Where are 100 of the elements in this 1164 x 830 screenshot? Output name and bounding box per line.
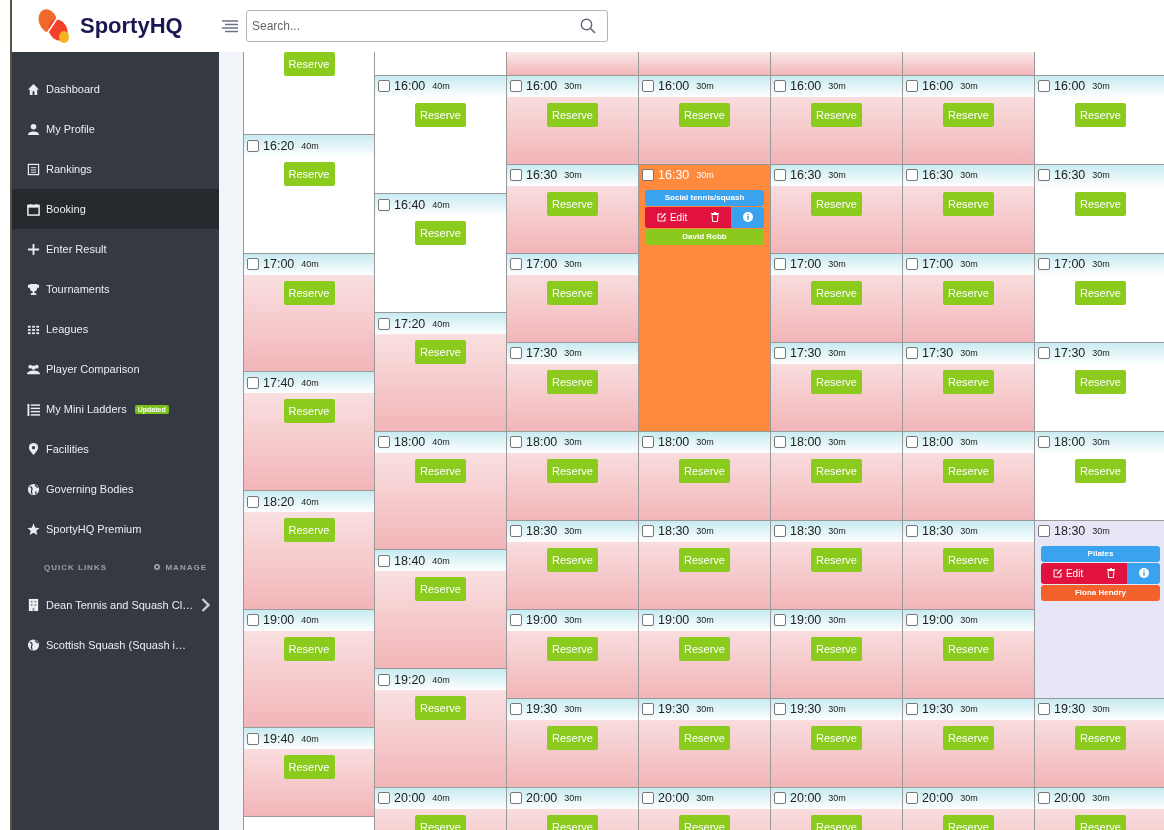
slot-checkbox[interactable] <box>510 792 522 805</box>
slot-checkbox[interactable] <box>906 614 918 627</box>
reserve-button[interactable]: Reserve <box>811 725 862 750</box>
slot-checkbox[interactable] <box>642 614 654 627</box>
slot-checkbox[interactable] <box>1038 525 1050 538</box>
slot-checkbox[interactable] <box>510 169 522 182</box>
slot-checkbox[interactable] <box>378 792 390 805</box>
slot-checkbox[interactable] <box>1038 347 1050 360</box>
trash-icon[interactable] <box>711 212 720 223</box>
reserve-button[interactable]: Reserve <box>283 399 335 424</box>
reserve-button[interactable]: Reserve <box>415 577 466 602</box>
reserve-button[interactable]: Reserve <box>283 636 335 661</box>
slot-checkbox[interactable] <box>774 347 786 360</box>
slot-checkbox[interactable] <box>510 258 522 271</box>
reserve-button[interactable]: Reserve <box>1075 280 1126 305</box>
reserve-button[interactable]: Reserve <box>811 102 862 127</box>
slot-checkbox[interactable] <box>774 792 786 805</box>
reserve-button[interactable]: Reserve <box>1075 369 1126 394</box>
nav-item[interactable]: Governing Bodies <box>12 469 219 509</box>
slot-checkbox[interactable] <box>1038 703 1050 716</box>
reserve-button[interactable]: Reserve <box>547 725 598 750</box>
slot-checkbox[interactable] <box>642 169 654 182</box>
reserve-button[interactable]: Reserve <box>943 458 994 483</box>
reserve-button[interactable]: Reserve <box>1075 725 1126 750</box>
reserve-button[interactable]: Reserve <box>415 340 466 365</box>
slot-checkbox[interactable] <box>1038 169 1050 182</box>
reserve-button[interactable]: Reserve <box>283 162 335 187</box>
reserve-button[interactable]: Reserve <box>283 280 335 305</box>
reserve-button[interactable]: Reserve <box>415 696 466 720</box>
nav-item[interactable]: Rankings <box>12 149 219 189</box>
nav-item[interactable]: Facilities <box>12 429 219 469</box>
reserve-button[interactable]: Reserve <box>547 547 598 572</box>
slot-checkbox[interactable] <box>642 703 654 716</box>
reserve-button[interactable]: Reserve <box>679 458 730 483</box>
slot-checkbox[interactable] <box>247 614 259 627</box>
slot-checkbox[interactable] <box>510 436 522 449</box>
reserve-button[interactable]: Reserve <box>283 52 335 76</box>
slot-checkbox[interactable] <box>378 673 390 686</box>
reserve-button[interactable]: Reserve <box>811 369 862 394</box>
nav-item[interactable]: Booking <box>12 189 219 229</box>
reserve-button[interactable]: Reserve <box>1075 814 1126 830</box>
slot-checkbox[interactable] <box>642 525 654 538</box>
reserve-button[interactable]: Reserve <box>943 547 994 572</box>
slot-checkbox[interactable] <box>642 436 654 449</box>
slot-checkbox[interactable] <box>774 436 786 449</box>
manage-link[interactable]: MANAGE <box>153 562 207 572</box>
slot-checkbox[interactable] <box>378 554 390 567</box>
search-icon[interactable] <box>580 18 596 34</box>
slot-checkbox[interactable] <box>906 525 918 538</box>
slot-checkbox[interactable] <box>906 80 918 93</box>
reserve-button[interactable]: Reserve <box>679 814 730 830</box>
quick-link[interactable]: Dean Tennis and Squash Cl… <box>12 585 219 625</box>
slot-checkbox[interactable] <box>774 258 786 271</box>
slot-checkbox[interactable] <box>774 525 786 538</box>
reserve-button[interactable]: Reserve <box>1075 102 1126 127</box>
slot-checkbox[interactable] <box>1038 792 1050 805</box>
reserve-button[interactable]: Reserve <box>415 221 466 246</box>
reserve-button[interactable]: Reserve <box>811 636 862 661</box>
reserve-button[interactable]: Reserve <box>679 636 730 661</box>
edit-button[interactable]: Edit <box>1041 562 1127 584</box>
reserve-button[interactable]: Reserve <box>547 636 598 661</box>
reserve-button[interactable]: Reserve <box>415 102 466 127</box>
slot-checkbox[interactable] <box>774 169 786 182</box>
slot-checkbox[interactable] <box>247 376 259 389</box>
edit-button[interactable]: Edit <box>645 206 731 228</box>
reserve-button[interactable]: Reserve <box>679 725 730 750</box>
slot-checkbox[interactable] <box>906 703 918 716</box>
slot-checkbox[interactable] <box>1038 80 1050 93</box>
reserve-button[interactable]: Reserve <box>943 102 994 127</box>
reserve-button[interactable]: Reserve <box>547 814 598 830</box>
slot-checkbox[interactable] <box>510 347 522 360</box>
slot-checkbox[interactable] <box>378 436 390 449</box>
trash-icon[interactable] <box>1107 568 1116 579</box>
slot-checkbox[interactable] <box>378 317 390 330</box>
slot-checkbox[interactable] <box>247 495 259 508</box>
reserve-button[interactable]: Reserve <box>547 102 598 127</box>
reserve-button[interactable]: Reserve <box>811 191 862 216</box>
slot-checkbox[interactable] <box>906 169 918 182</box>
reserve-button[interactable]: Reserve <box>943 725 994 750</box>
reserve-button[interactable]: Reserve <box>547 280 598 305</box>
reserve-button[interactable]: Reserve <box>547 191 598 216</box>
reserve-button[interactable]: Reserve <box>811 814 862 830</box>
slot-checkbox[interactable] <box>247 139 259 152</box>
reserve-button[interactable]: Reserve <box>283 518 335 543</box>
nav-item[interactable]: SportyHQ Premium <box>12 509 219 549</box>
nav-item[interactable]: Tournaments <box>12 269 219 309</box>
nav-item[interactable]: Dashboard <box>12 69 219 109</box>
reserve-button[interactable]: Reserve <box>1075 458 1126 483</box>
slot-checkbox[interactable] <box>906 436 918 449</box>
info-button[interactable] <box>731 206 764 228</box>
slot-checkbox[interactable] <box>642 80 654 93</box>
slot-checkbox[interactable] <box>1038 258 1050 271</box>
reserve-button[interactable]: Reserve <box>943 369 994 394</box>
quick-link[interactable]: Scottish Squash (Squash i… <box>12 625 219 665</box>
slot-checkbox[interactable] <box>774 80 786 93</box>
menu-icon[interactable] <box>221 19 239 33</box>
nav-item[interactable]: My Profile <box>12 109 219 149</box>
slot-checkbox[interactable] <box>247 258 259 271</box>
reserve-button[interactable]: Reserve <box>811 547 862 572</box>
reserve-button[interactable]: Reserve <box>679 102 730 127</box>
